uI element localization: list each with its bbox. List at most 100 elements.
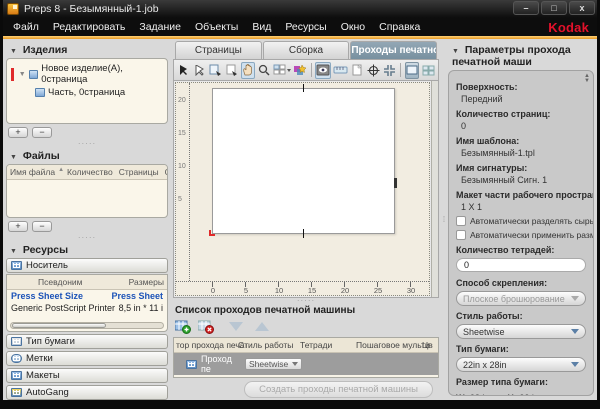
paper-type-icon (11, 337, 22, 346)
chevron-down-icon (571, 362, 579, 367)
collapse-icon: ▼ (10, 154, 17, 161)
canvas-vertical-scrollbar[interactable] (431, 81, 438, 297)
remove-product-button[interactable]: − (32, 127, 52, 138)
media-horizontal-scrollbar[interactable] (10, 322, 164, 329)
close-button[interactable]: x (569, 1, 595, 15)
pan-tool-icon[interactable] (241, 62, 255, 79)
kodak-logo: Kodak (548, 20, 589, 35)
templates-icon (11, 371, 22, 380)
center-target-icon[interactable] (366, 62, 380, 79)
files-col-pages[interactable]: Страницы (119, 167, 159, 177)
runs-col-workstyle[interactable]: Стиль работы (238, 340, 300, 350)
accordion-autogang[interactable]: AutoGang (6, 385, 168, 400)
delete-press-run-icon[interactable] (198, 318, 215, 335)
runs-col-stepmulti[interactable]: Пошаговое мульти (356, 340, 422, 350)
tree-item-product[interactable]: ▼ Новое изделие(A), 0страница (9, 62, 165, 86)
media-row-printer[interactable]: Generic PostScript Printer 8,5 in * 11 i (7, 302, 167, 314)
media-row-press-sheet[interactable]: Press Sheet Size Press Sheet (7, 290, 167, 302)
media-icon (11, 261, 22, 270)
create-press-runs-button[interactable]: Создать проходы печатной машины (244, 381, 433, 398)
tab-press-runs[interactable]: Проходы печатной маши (350, 41, 437, 59)
menu-window[interactable]: Окно (341, 21, 365, 33)
checkbox-icon[interactable] (456, 216, 466, 226)
product-icon (29, 70, 38, 79)
menu-help[interactable]: Справка (379, 21, 420, 33)
maximize-button[interactable]: □ (541, 1, 567, 15)
runs-col-id[interactable]: тор прохода печат (176, 340, 238, 350)
auto-apply-size-checkbox-row[interactable]: Автоматически применить размер (456, 230, 586, 240)
runs-col-sections[interactable]: Тетради (300, 340, 356, 350)
menu-resources[interactable]: Ресурсы (285, 21, 326, 33)
tab-assembly[interactable]: Сборка (263, 41, 350, 59)
menu-objects[interactable]: Объекты (195, 21, 238, 33)
accordion-media[interactable]: Носитель (6, 258, 168, 273)
tab-bar: Страницы Сборка Проходы печатной маши (171, 41, 441, 59)
menu-view[interactable]: Вид (252, 21, 271, 33)
files-col-count[interactable]: Количество (67, 167, 113, 177)
press-run-row[interactable]: Проход пе Sheetwise (174, 353, 438, 375)
page-count-label: Количество страниц: (456, 109, 586, 119)
remove-file-button[interactable]: − (32, 221, 52, 232)
media-col-alias[interactable]: Псевдоним (10, 277, 82, 287)
bottom-center-mark (303, 229, 304, 238)
page-proof-icon[interactable] (350, 62, 364, 79)
measure-ruler-icon[interactable] (333, 62, 348, 79)
fit-view-icon[interactable] (382, 62, 396, 79)
press-sheet-canvas[interactable]: 20 15 10 5 0 5 10 15 20 (175, 82, 430, 296)
files-section-header[interactable]: ▼ Файлы (6, 147, 168, 164)
accordion-templates[interactable]: Макеты (6, 368, 168, 383)
accordion-marks[interactable]: Метки (6, 351, 168, 366)
checkbox-icon[interactable] (456, 230, 466, 240)
width-value: W: 28 in (456, 393, 489, 396)
panel-scroll-arrows[interactable]: ▲▼ (584, 74, 590, 84)
paper-type-dropdown[interactable]: 22in x 28in (456, 357, 586, 372)
single-view-icon[interactable] (405, 62, 419, 79)
press-run-list-panel: Список проходов печатной машины тор прох… (173, 304, 439, 400)
binding-style-label: Способ скрепления: (456, 278, 586, 288)
select-tool-icon[interactable] (177, 62, 191, 79)
minimize-button[interactable]: – (513, 1, 539, 15)
resources-section-header[interactable]: ▼ Ресурсы (6, 241, 168, 258)
files-list: Имя файла ▲ Количество Страницы Обрезк (6, 164, 168, 218)
menu-edit[interactable]: Редактировать (53, 21, 126, 33)
move-down-icon[interactable] (229, 322, 243, 331)
left-panel: ▼ Изделия ▼ Новое изделие(A), 0страница … (3, 39, 171, 400)
accordion-paper-type[interactable]: Тип бумаги (6, 334, 168, 349)
preview-icon[interactable] (315, 62, 331, 79)
move-page-tool-icon[interactable] (225, 62, 239, 79)
copy-page-tool-icon[interactable] (209, 62, 223, 79)
workstyle-cell-dropdown[interactable]: Sheetwise (245, 358, 302, 370)
collapse-icon: ▼ (10, 48, 17, 55)
files-col-name[interactable]: Имя файла (10, 167, 55, 177)
add-file-button[interactable]: + (8, 221, 28, 232)
add-product-button[interactable]: + (8, 127, 28, 138)
products-section-header[interactable]: ▼ Изделия (6, 41, 168, 58)
menu-file[interactable]: Файл (13, 21, 39, 33)
right-panel: ▼ Параметры прохода печатной маши ▲▼ Пов… (447, 39, 597, 400)
runs-col-color[interactable]: Цв (422, 340, 433, 350)
files-col-trim[interactable]: Обрезк (165, 167, 167, 177)
add-press-run-icon[interactable] (175, 318, 192, 335)
workspace-layout-label: Макет части рабочего пространства: (456, 190, 586, 200)
section-count-input[interactable] (456, 258, 586, 272)
grid-view-icon[interactable] (421, 62, 435, 79)
move-up-icon[interactable] (255, 322, 269, 331)
press-run-list-title: Список проходов печатной машины (173, 304, 439, 317)
tab-pages[interactable]: Страницы (175, 41, 262, 59)
tree-item-part[interactable]: Часть, 0страница (9, 86, 165, 99)
params-section-header[interactable]: ▼ Параметры прохода печатной маши (448, 41, 594, 70)
media-col-size[interactable]: Размеры (129, 277, 164, 287)
workspace-layout-value: 1 X 1 (461, 202, 586, 212)
color-wand-icon[interactable] (293, 62, 307, 79)
auto-split-checkbox-row[interactable]: Автоматически разделять сырье (456, 216, 586, 226)
menu-bar: Файл Редактировать Задание Объекты Вид Р… (3, 18, 597, 36)
signature-name-value: Безымянный Сигн. 1 (461, 175, 586, 185)
work-style-dropdown[interactable]: Sheetwise (456, 324, 586, 339)
direct-select-tool-icon[interactable] (193, 62, 207, 79)
layout-mode-icon[interactable] (273, 62, 291, 79)
horizontal-ruler: 0 5 10 15 20 25 30 (176, 281, 429, 295)
press-sheet[interactable] (212, 88, 395, 234)
zoom-tool-icon[interactable] (257, 62, 271, 79)
tree-expand-icon[interactable]: ▼ (19, 71, 26, 78)
menu-job[interactable]: Задание (139, 21, 181, 33)
